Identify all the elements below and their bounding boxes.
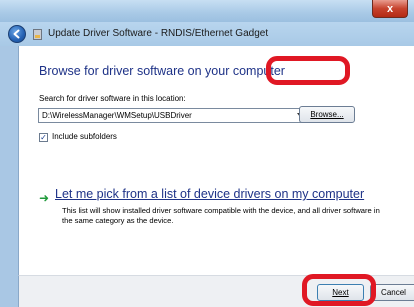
green-arrow-icon: ➜ <box>39 191 50 205</box>
pick-driver-link[interactable]: Let me pick from a list of device driver… <box>55 187 364 201</box>
cancel-button[interactable]: Cancel <box>370 284 414 301</box>
back-arrow-icon <box>13 29 20 39</box>
close-button[interactable]: x <box>372 0 408 18</box>
location-value: D:\WirelessManager\WMSetup\USBDriver <box>42 111 192 120</box>
next-button-label: Next <box>332 288 349 297</box>
include-subfolders-checkbox[interactable]: ✓ <box>39 133 48 142</box>
browse-button[interactable]: Browse... <box>299 106 355 123</box>
next-button[interactable]: Next <box>317 284 364 301</box>
close-icon: x <box>386 2 394 15</box>
pick-driver-link-text[interactable]: Let me pick from a list of device driver… <box>55 187 364 201</box>
back-button[interactable] <box>8 25 26 43</box>
location-combobox[interactable]: D:\WirelessManager\WMSetup\USBDriver <box>38 108 307 123</box>
window-title: Update Driver Software - RNDIS/Ethernet … <box>48 28 269 39</box>
browse-button-label: Browse... <box>310 110 344 119</box>
include-subfolders-label[interactable]: Include subfolders <box>52 132 117 141</box>
footer-bar: Next Cancel <box>18 275 414 307</box>
content-panel: Browse for driver software on your compu… <box>18 46 414 275</box>
title-bar: Update Driver Software - RNDIS/Ethernet … <box>0 22 414 46</box>
page-heading: Browse for driver software on your compu… <box>39 64 285 78</box>
cancel-button-label: Cancel <box>381 288 406 297</box>
device-icon <box>33 29 42 40</box>
window-glass-frame <box>0 0 414 22</box>
pick-driver-description: This list will show installed driver sof… <box>62 206 380 225</box>
location-label: Search for driver software in this locat… <box>39 94 186 103</box>
